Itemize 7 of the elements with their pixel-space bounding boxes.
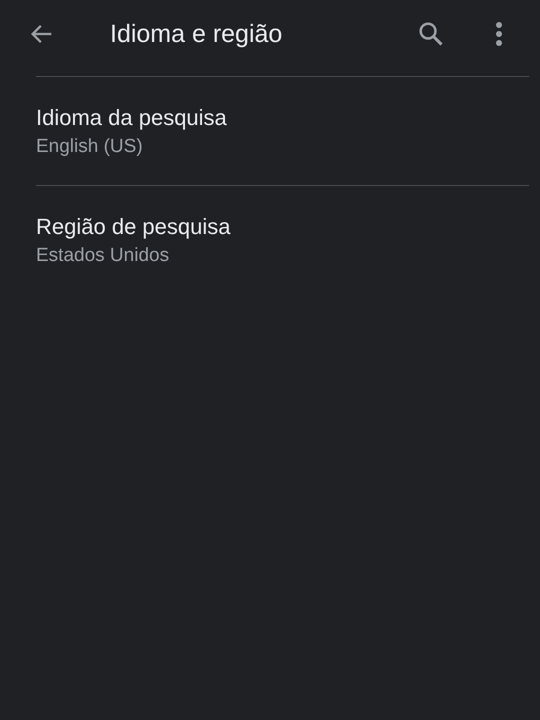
more-options-icon[interactable] xyxy=(495,21,503,47)
setting-value: English (US) xyxy=(36,135,143,159)
screen-title: Idioma e região xyxy=(110,20,284,48)
search-icon[interactable] xyxy=(417,20,445,48)
setting-title[interactable]: Idioma da pesquisa xyxy=(36,103,227,133)
setting-title[interactable]: Região de pesquisa xyxy=(36,212,230,242)
setting-value: Estados Unidos xyxy=(36,244,170,268)
